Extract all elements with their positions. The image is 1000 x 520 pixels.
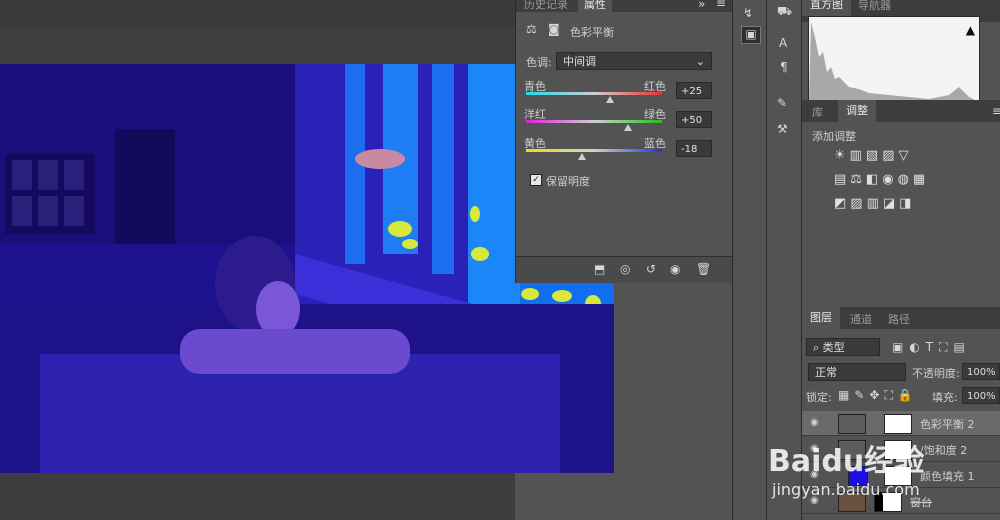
balance-icon: ⚖ bbox=[526, 22, 537, 36]
properties-panel: 历史记录 属性 » ≡ ⚖ ◙ 色彩平衡 色调: 中间调 ⌄ 青色 红色 +25… bbox=[515, 0, 733, 283]
add-adjustment-title: 添加调整 bbox=[812, 130, 856, 143]
tab-layers[interactable]: 图层 bbox=[802, 307, 840, 329]
view-previous-icon[interactable]: ◎ bbox=[620, 262, 630, 276]
fill-input[interactable]: 100% bbox=[962, 387, 1000, 404]
yellow-blue-value[interactable]: -18 bbox=[676, 140, 712, 157]
paragraph-icon[interactable]: ¶ bbox=[780, 60, 788, 74]
properties-body: 色调: 中间调 ⌄ 青色 红色 +25 洋红 绿色 +50 黄色 蓝色 -18 … bbox=[516, 44, 732, 254]
tab-histogram[interactable]: 直方图 bbox=[802, 0, 851, 16]
properties-footer: ⬒ ◎ ↺ ◉ 🗑 bbox=[516, 256, 732, 283]
tab-libraries[interactable]: 库 bbox=[812, 104, 823, 120]
adjustment-row-3[interactable]: ◩▨▥◪◨ bbox=[834, 196, 915, 211]
watermark-brand: Baidu经验 bbox=[768, 444, 925, 479]
tab-adjustments[interactable]: 调整 bbox=[838, 100, 876, 122]
stamp-icon[interactable]: ⛟ bbox=[777, 4, 792, 20]
tab-navigator[interactable]: 导航器 bbox=[858, 0, 891, 13]
watermark-url: jingyan.baidu.com bbox=[772, 480, 920, 499]
delete-trash-icon[interactable]: 🗑 bbox=[696, 262, 711, 276]
slider-magenta-green-track[interactable] bbox=[526, 120, 662, 123]
opacity-label: 不透明度: bbox=[912, 367, 960, 380]
layers-tabs: 图层 通道 路径 bbox=[802, 307, 1000, 329]
cyan-red-value[interactable]: +25 bbox=[676, 82, 712, 99]
histogram-graph: ▲ bbox=[808, 16, 980, 103]
tone-select-value: 中间调 bbox=[563, 55, 596, 68]
lock-icons[interactable]: ▦✎✥⛶🔒 bbox=[838, 388, 918, 403]
adjustment-row-1[interactable]: ☀▥▧▨▽ bbox=[834, 148, 913, 163]
warning-icon[interactable]: ▲ bbox=[966, 23, 975, 37]
opacity-input[interactable]: 100% bbox=[962, 363, 1000, 380]
properties-tabs: 历史记录 属性 » ≡ bbox=[516, 0, 732, 12]
magenta-green-value[interactable]: +50 bbox=[676, 111, 712, 128]
layer-filter-icons[interactable]: ▣◐T⛶▤ bbox=[892, 340, 971, 355]
reset-icon[interactable]: ↺ bbox=[646, 262, 656, 276]
clip-to-layer-icon[interactable]: ⬒ bbox=[594, 262, 605, 276]
adjustment-thumbnail bbox=[838, 414, 866, 434]
tab-channels[interactable]: 通道 bbox=[850, 311, 872, 327]
histogram-bars bbox=[809, 22, 979, 102]
panel-menu-icon[interactable]: ≡ bbox=[716, 0, 726, 10]
tab-paths[interactable]: 路径 bbox=[888, 311, 910, 327]
mask-thumbnail bbox=[884, 414, 912, 434]
properties-icon[interactable]: ▣ bbox=[741, 26, 761, 44]
layer-name: 色彩平衡 2 bbox=[920, 418, 975, 431]
history-icon[interactable]: ↯ bbox=[743, 6, 753, 20]
tab-history[interactable]: 历史记录 bbox=[524, 0, 568, 12]
blend-mode-value: 正常 bbox=[815, 366, 837, 379]
slider-cyan-red-track[interactable] bbox=[526, 92, 662, 95]
layer-filter-select[interactable]: ⌕ 类型 bbox=[806, 338, 880, 356]
tab-properties[interactable]: 属性 bbox=[578, 0, 612, 12]
adjustment-title: 色彩平衡 bbox=[570, 26, 614, 39]
brush-icon[interactable]: ✎ bbox=[777, 96, 787, 110]
mask-icon: ◙ bbox=[548, 22, 560, 36]
tone-select[interactable]: 中间调 ⌄ bbox=[556, 52, 712, 70]
tone-label: 色调: bbox=[526, 56, 552, 69]
preserve-luminosity-label: 保留明度 bbox=[546, 175, 590, 188]
character-icon[interactable]: A bbox=[779, 36, 787, 50]
properties-header: ⚖ ◙ 色彩平衡 bbox=[516, 14, 732, 44]
collapse-icon[interactable]: » bbox=[698, 0, 705, 11]
chevron-down-icon: ⌄ bbox=[695, 55, 705, 68]
fill-label: 填充: bbox=[932, 391, 958, 404]
adjustment-row-2[interactable]: ▤⚖◧◉◍▦ bbox=[834, 172, 929, 187]
panel-dock-strip-1: ↯ ▣ bbox=[732, 0, 766, 520]
blend-mode-select[interactable]: 正常 bbox=[808, 363, 906, 381]
preserve-luminosity-checkbox[interactable]: ✓ bbox=[530, 174, 542, 186]
visibility-eye-icon[interactable]: ◉ bbox=[670, 262, 680, 276]
panel-menu-icon[interactable]: ≡ bbox=[992, 104, 1000, 118]
tool-presets-icon[interactable]: ⚒ bbox=[777, 122, 788, 136]
layer-filter-value: 类型 bbox=[822, 341, 845, 354]
lock-label: 锁定: bbox=[806, 391, 832, 404]
slider-yellow-blue-handle[interactable] bbox=[577, 153, 586, 160]
document-title-bar bbox=[0, 0, 515, 64]
baidu-watermark: Baidu经验 jingyan.baidu.com bbox=[768, 432, 1000, 520]
slider-yellow-blue-track[interactable] bbox=[526, 149, 662, 152]
adjustments-tabs: 库 调整 ≡ bbox=[802, 100, 1000, 122]
slider-cyan-red-handle[interactable] bbox=[606, 96, 615, 103]
eye-icon[interactable]: ◉ bbox=[810, 417, 819, 428]
slider-magenta-green-handle[interactable] bbox=[624, 124, 632, 131]
tab-strip bbox=[0, 0, 515, 28]
search-icon: ⌕ bbox=[813, 341, 823, 354]
